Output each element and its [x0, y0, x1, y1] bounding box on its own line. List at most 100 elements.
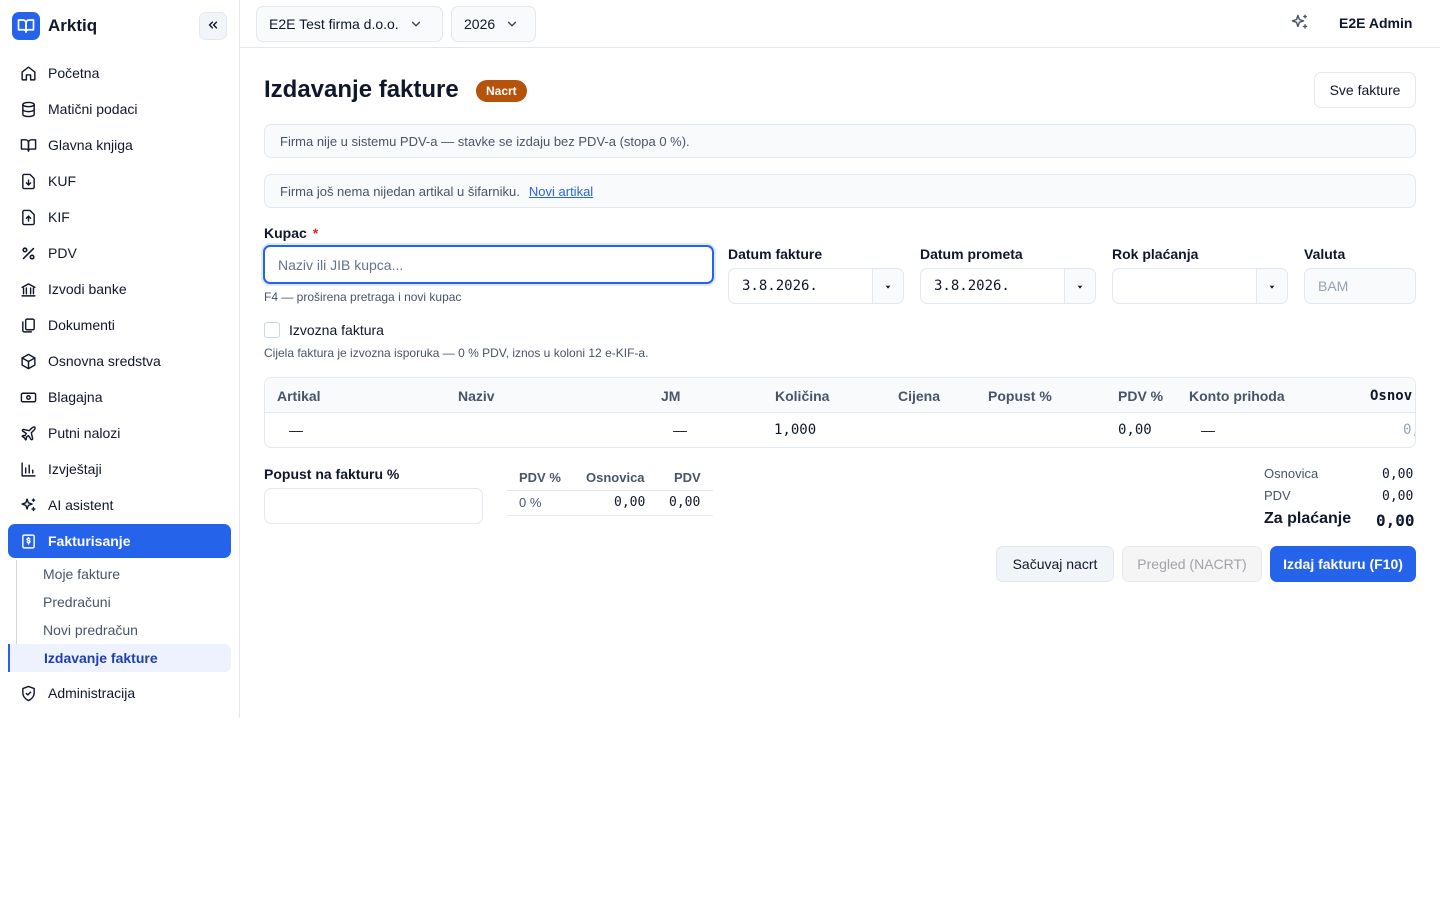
subnav-item-novi-predracun[interactable]: Novi predračun	[9, 616, 231, 644]
book-icon	[19, 136, 37, 154]
articles-notice: Firma još nema nijedan artikal u šifarni…	[264, 174, 1416, 208]
file-out-icon	[19, 208, 37, 226]
bar-chart-icon	[19, 460, 37, 478]
col-artikal: Artikal	[277, 388, 321, 404]
sparkle-icon	[1290, 13, 1309, 35]
new-article-link[interactable]: Novi artikal	[529, 184, 593, 199]
sidebar-item-pdv[interactable]: PDV	[8, 236, 231, 270]
home-icon	[19, 64, 37, 82]
invoice-date-label: Datum fakture	[728, 246, 823, 262]
brand[interactable]: Arktiq	[12, 12, 97, 40]
subnav-item-izdavanje-fakture[interactable]: Izdavanje fakture	[8, 644, 231, 672]
sidebar-item-blagajna[interactable]: Blagajna	[8, 380, 231, 414]
sidebar: Arktiq Početna Matični podaci Glavna knj…	[0, 0, 240, 718]
col-popust: Popust %	[988, 388, 1052, 404]
chevrons-left-icon	[206, 18, 220, 35]
cell-osnovica: 0,	[1403, 422, 1415, 438]
file-in-icon	[19, 172, 37, 190]
total-vat-value: 0,00	[1382, 489, 1414, 504]
sidebar-item-label: AI asistent	[48, 497, 114, 513]
chevron-down-icon	[409, 17, 423, 31]
sidebar-item-administracija[interactable]: Administracija	[8, 676, 231, 710]
buyer-placeholder: Naziv ili JIB kupca...	[278, 256, 404, 273]
vat-notice-text: Firma nije u sistemu PDV-a — stavke se i…	[280, 133, 690, 149]
due-date-input[interactable]	[1112, 268, 1257, 304]
topbar: E2E Test firma d.o.o. 2026 E2E Admin	[240, 0, 1440, 48]
subnav-item-moje-fakture[interactable]: Moje fakture	[9, 560, 231, 588]
preview-button[interactable]: Pregled (NACRT)	[1122, 546, 1262, 582]
sidebar-item-glavna-knjiga[interactable]: Glavna knjiga	[8, 128, 231, 162]
sidebar-item-ai-asistent[interactable]: AI asistent	[8, 488, 231, 522]
sidebar-item-label: Putni nalozi	[48, 425, 121, 441]
vat-amount: 0,00	[669, 495, 701, 510]
caret-down-icon	[1076, 278, 1084, 294]
all-invoices-button[interactable]: Sve fakture	[1314, 72, 1416, 108]
sidebar-item-label: PDV	[48, 245, 77, 261]
company-name: E2E Test firma d.o.o.	[269, 16, 399, 32]
vat-col-rate: PDV %	[519, 470, 561, 485]
cell-artikal[interactable]: —	[289, 422, 303, 438]
save-draft-button[interactable]: Sačuvaj nacrt	[996, 546, 1114, 582]
due-date-picker-button[interactable]	[1256, 268, 1288, 304]
sidebar-item-izvodi-banke[interactable]: Izvodi banke	[8, 272, 231, 306]
brand-name: Arktiq	[48, 16, 98, 35]
chevron-down-icon	[505, 17, 519, 31]
due-date-label: Rok plaćanja	[1112, 246, 1199, 262]
invoice-date-input[interactable]: 3.8.2026.	[728, 268, 873, 304]
supply-date-value: 3.8.2026.	[934, 278, 1010, 294]
col-pdv: PDV %	[1118, 388, 1164, 404]
ai-assistant-button[interactable]	[1288, 13, 1310, 35]
col-kolicina: Količina	[775, 388, 830, 404]
sidebar-item-putni-nalozi[interactable]: Putni nalozi	[8, 416, 231, 450]
sparkle-icon	[19, 496, 37, 514]
sidebar-item-label: Početna	[48, 65, 100, 81]
buyer-label-text: Kupac	[264, 225, 307, 241]
col-konto: Konto prihoda	[1189, 388, 1285, 404]
cell-pdv[interactable]: 0,00	[1118, 422, 1152, 438]
subnav-item-predracuni[interactable]: Predračuni	[9, 588, 231, 616]
currency-input: BAM	[1304, 268, 1416, 304]
cell-kolicina[interactable]: 1,000	[774, 422, 816, 438]
company-select[interactable]: E2E Test firma d.o.o.	[256, 6, 443, 42]
bank-icon	[19, 280, 37, 298]
year-select[interactable]: 2026	[451, 6, 536, 42]
sidebar-item-izvjestaji[interactable]: Izvještaji	[8, 452, 231, 486]
supply-date-picker-button[interactable]	[1064, 268, 1096, 304]
status-badge: Nacrt	[476, 80, 527, 102]
year-value: 2026	[464, 16, 496, 32]
user-menu[interactable]: E2E Admin	[1339, 15, 1412, 31]
buyer-input[interactable]: Naziv ili JIB kupca...	[263, 245, 714, 284]
articles-notice-text: Firma još nema nijedan artikal u šifarni…	[280, 183, 520, 199]
caret-down-icon	[884, 278, 892, 294]
sidebar-item-pocetna[interactable]: Početna	[8, 56, 231, 90]
cell-jm[interactable]: —	[673, 422, 687, 438]
table-header: Artikal Naziv JM Količina Cijena Popust …	[265, 378, 1415, 413]
vat-col-base: Osnovica	[586, 470, 645, 485]
documents-icon	[19, 316, 37, 334]
sidebar-item-dokumenti[interactable]: Dokumenti	[8, 308, 231, 342]
export-invoice-label[interactable]: Izvozna faktura	[289, 322, 384, 338]
sidebar-item-label: Matični podaci	[48, 101, 138, 117]
invoice-date-picker-button[interactable]	[872, 268, 904, 304]
issue-invoice-button[interactable]: Izdaj fakturu (F10)	[1270, 546, 1416, 582]
invoice-discount-input[interactable]	[264, 488, 483, 524]
sidebar-item-kif[interactable]: KIF	[8, 200, 231, 234]
sidebar-item-osnovna-sredstva[interactable]: Osnovna sredstva	[8, 344, 231, 378]
sidebar-item-fakturisanje[interactable]: Fakturisanje	[8, 524, 231, 558]
book-open-icon	[12, 12, 40, 40]
cell-konto[interactable]: —	[1201, 422, 1215, 438]
database-icon	[19, 100, 37, 118]
sidebar-item-label: Osnovna sredstva	[48, 353, 161, 369]
export-hint: Cijela faktura je izvozna isporuka — 0 %…	[264, 346, 649, 360]
export-invoice-checkbox[interactable]	[264, 322, 280, 338]
supply-date-label: Datum prometa	[920, 246, 1023, 262]
fakturisanje-subnav: Moje fakture Predračuni Novi predračun I…	[8, 560, 231, 672]
invoice-date-value: 3.8.2026.	[742, 278, 818, 294]
page-title: Izdavanje fakture	[264, 76, 459, 103]
sidebar-item-maticni-podaci[interactable]: Matični podaci	[8, 92, 231, 126]
sidebar-item-label: Izvještaji	[48, 461, 102, 477]
collapse-sidebar-button[interactable]	[199, 12, 227, 40]
supply-date-input[interactable]: 3.8.2026.	[920, 268, 1065, 304]
plane-icon	[19, 424, 37, 442]
sidebar-item-kuf[interactable]: KUF	[8, 164, 231, 198]
